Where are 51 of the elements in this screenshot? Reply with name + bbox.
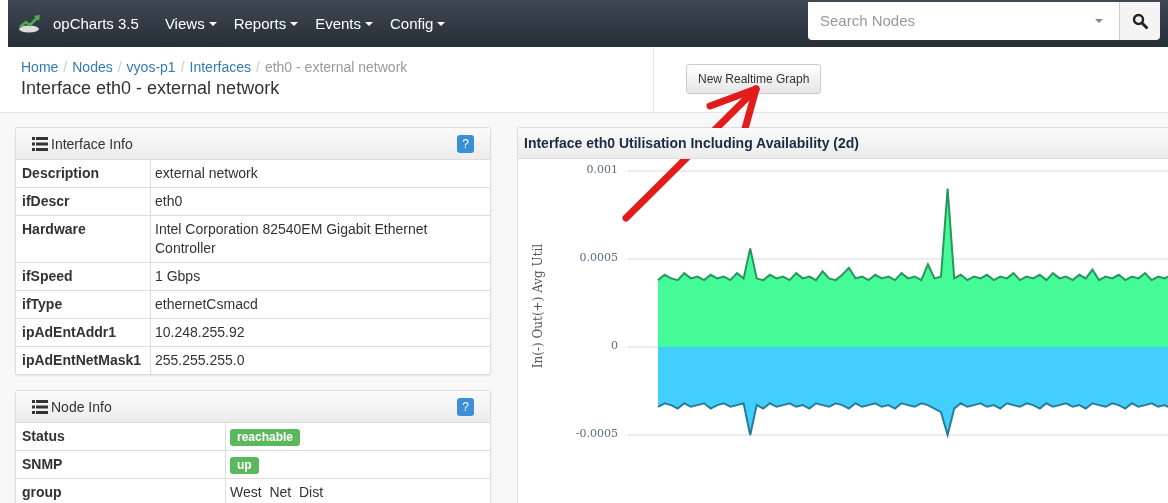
axis-label: In(-) Out(+) Avg Util	[531, 243, 545, 369]
table-cell: ipAdEntNetMask1	[16, 346, 151, 374]
graph-title: Interface eth0 Utilisation Including Availability (2d)	[524, 135, 859, 151]
list-icon	[32, 136, 48, 151]
axis-tick-label: 0	[611, 339, 618, 352]
table-cell: 1 Gbps	[150, 262, 490, 291]
dropdown-button[interactable]	[1078, 1, 1119, 40]
breadcrumb-separator: /	[63, 59, 68, 75]
breadcrumb-separator: /	[256, 59, 260, 75]
table-cell: Hardware	[16, 215, 151, 263]
new-realtime-graph-button[interactable]: New Realtime Graph	[686, 64, 822, 94]
table-cell: ifDescr	[16, 187, 151, 216]
search-button[interactable]	[1119, 1, 1160, 40]
table-cell: Description	[16, 160, 151, 188]
nav-menu[interactable]: Reports	[233, 15, 299, 32]
status-badge: reachable	[230, 429, 301, 446]
breadcrumb-link[interactable]: vyos-p1	[126, 59, 176, 75]
table-cell: Status	[16, 423, 226, 451]
panel-title: Interface Info	[51, 135, 134, 152]
breadcrumb-link[interactable]: Interfaces	[189, 59, 251, 75]
table-cell: ifType	[16, 290, 151, 319]
search-icon	[1132, 12, 1148, 29]
status-badge: up	[230, 457, 259, 474]
table-cell: eth0	[150, 187, 490, 216]
table-cell: West Net Dist	[225, 478, 490, 503]
axis-tick-label: -0.0005	[575, 427, 618, 440]
table-cell: 255.255.255.0	[150, 346, 490, 374]
list-icon	[32, 399, 48, 414]
breadcrumb-link[interactable]: Nodes	[72, 59, 113, 75]
table-cell: SNMP	[16, 450, 226, 479]
nav-menu[interactable]: Events	[315, 15, 374, 32]
nav-menu[interactable]: Views	[164, 15, 217, 32]
app-brand[interactable]: opCharts 3.5	[53, 15, 139, 32]
table-cell: ipAdEntAddr1	[16, 318, 151, 347]
table-cell: ifSpeed	[16, 262, 151, 291]
table-cell: external network	[150, 160, 490, 188]
axis-tick-label: 0.001	[586, 163, 618, 176]
search-field[interactable]: Search Nodes	[808, 1, 1078, 40]
table-cell: 10.248.255.92	[150, 318, 490, 347]
nav-menu[interactable]: Config	[390, 15, 446, 32]
table-cell: group	[16, 478, 226, 503]
page-title: Interface eth0 - external network	[21, 78, 281, 99]
axis-tick-label: 0.0005	[579, 251, 618, 264]
panel-title: Node Info	[51, 398, 113, 415]
breadcrumb-current: eth0 - external network	[264, 59, 408, 75]
breadcrumb-separator: /	[180, 59, 185, 75]
table-cell: ethernetCsmacd	[150, 290, 490, 319]
chart-logo-icon	[18, 14, 42, 33]
breadcrumb-link[interactable]: Home	[21, 59, 59, 75]
breadcrumb-separator: /	[117, 59, 122, 75]
table-cell: Intel Corporation 82540EM Gigabit Ethernet Controller	[150, 215, 490, 263]
